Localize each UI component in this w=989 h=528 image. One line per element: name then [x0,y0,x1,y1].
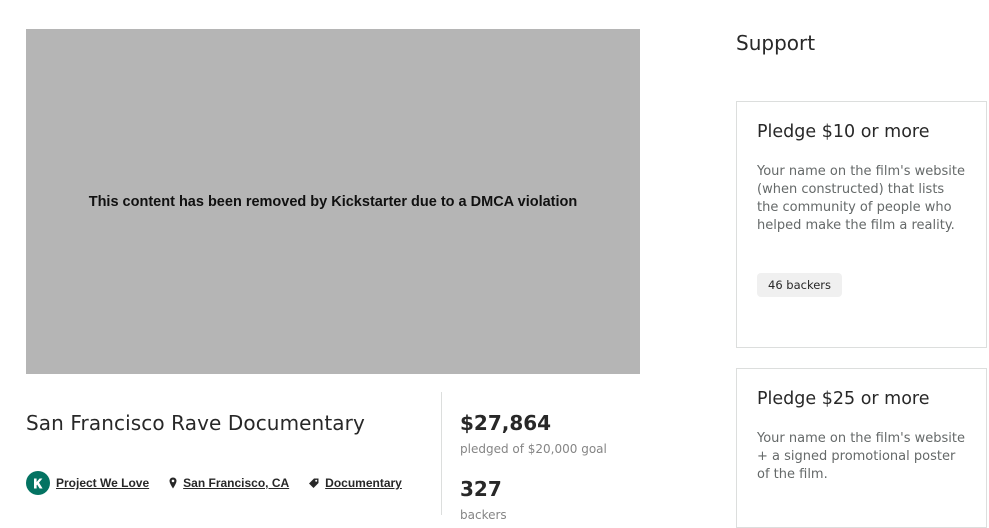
map-pin-icon [169,477,177,489]
stats-divider [441,392,442,515]
dmca-removed-message: This content has been removed by Kicksta… [88,193,578,210]
location-link[interactable]: San Francisco, CA [169,476,289,490]
kickstarter-k-icon [26,471,50,495]
reward-card[interactable]: Pledge $25 or more Your name on the film… [736,368,987,528]
project-we-love-link[interactable]: Project We Love [26,471,149,495]
project-title: San Francisco Rave Documentary [26,411,365,435]
reward-title: Pledge $25 or more [757,389,930,409]
project-we-love-label: Project We Love [56,476,150,490]
reward-backers-badge: 46 backers [757,273,843,297]
project-tags: Project We Love San Francisco, CA Docume… [26,471,422,495]
reward-description: Your name on the film's website (when co… [757,164,965,233]
pledged-goal-text: pledged of $20,000 goal [460,442,607,456]
support-heading: Support [736,31,816,55]
category-link[interactable]: Documentary [309,476,402,490]
category-label: Documentary [325,476,402,490]
reward-title: Pledge $10 or more [757,122,930,142]
pledged-amount: $27,864 [460,411,552,435]
tag-icon [309,478,319,488]
location-label: San Francisco, CA [183,476,290,490]
reward-card[interactable]: Pledge $10 or more Your name on the film… [736,101,987,348]
reward-description: Your name on the film's website + a sign… [757,431,965,482]
backers-count: 327 [460,477,502,501]
project-video-placeholder: This content has been removed by Kicksta… [26,29,640,374]
backers-label: backers [460,508,507,522]
